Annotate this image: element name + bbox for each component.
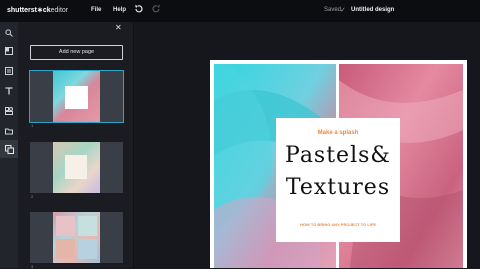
page-thumbnail[interactable]: [30, 142, 123, 193]
title-line-2[interactable]: Textures: [276, 175, 400, 200]
pages-icon[interactable]: [0, 140, 18, 158]
text-icon[interactable]: [4, 86, 14, 96]
thumbnail-image: [53, 212, 100, 263]
title-line-1[interactable]: Pastels&: [276, 143, 400, 168]
redo-icon[interactable]: [151, 4, 161, 16]
close-icon[interactable]: ✕: [115, 23, 122, 32]
top-bar: shutterst∗ckeditor File Help Saved ✓ Unt…: [0, 0, 480, 22]
logo-wordmark: shutterst∗ck: [7, 7, 51, 14]
saved-status: Saved: [324, 7, 342, 13]
check-icon: ✓: [340, 7, 346, 14]
menu-help[interactable]: Help: [113, 7, 126, 13]
elements-icon[interactable]: [4, 106, 14, 116]
page-number: 3: [31, 264, 34, 269]
thumbnail-photo: [78, 216, 97, 236]
thumbnail-photo: [56, 239, 75, 259]
thumbnail-card: [65, 86, 88, 109]
layout-icon[interactable]: [4, 46, 14, 56]
tool-sidebar: [0, 22, 18, 268]
menu-file[interactable]: File: [91, 7, 101, 13]
page-thumbnail[interactable]: [29, 70, 124, 123]
logo: shutterst∗ckeditor: [7, 6, 68, 14]
thumbnail-image: [53, 142, 100, 193]
undo-icon[interactable]: [134, 4, 144, 16]
folder-icon[interactable]: [4, 126, 14, 136]
document-title[interactable]: Untitled design: [351, 7, 394, 13]
page-number: 2: [31, 194, 34, 199]
thumbnail-card: [65, 155, 87, 179]
thumbnail-image: [53, 71, 100, 122]
add-page-button[interactable]: Add new page: [30, 45, 123, 60]
page-number: 1: [31, 123, 34, 128]
logo-product: editor: [50, 7, 69, 14]
thumbnail-photo: [78, 239, 97, 259]
tagline-text[interactable]: Make a splash: [276, 130, 400, 136]
search-icon[interactable]: [4, 28, 14, 38]
template-icon[interactable]: [4, 66, 14, 76]
page-thumbnail[interactable]: [30, 212, 123, 263]
title-card[interactable]: Make a splash Pastels& Textures HOW TO B…: [276, 118, 400, 242]
subtitle-text[interactable]: HOW TO BRING ANY PROJECT TO LIFE: [276, 222, 400, 227]
thumbnail-photo: [56, 216, 75, 236]
